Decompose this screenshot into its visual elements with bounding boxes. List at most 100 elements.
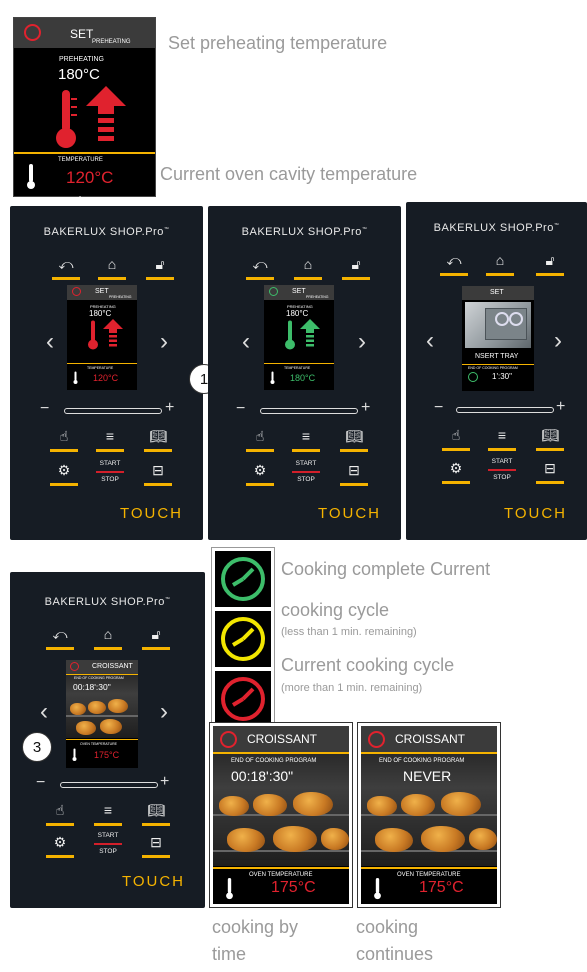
set-label: SET (490, 289, 504, 296)
screen-header: SET PREHEATING (264, 285, 334, 300)
manual-button[interactable]: ☝︎ (46, 802, 74, 826)
touch-logo: TOUCH (317, 505, 381, 522)
current-temperature: 180°C (290, 373, 316, 383)
left-arrow-button[interactable]: ‹ (46, 328, 54, 356)
clock-yellow-icon (221, 617, 265, 661)
plus-button[interactable]: + (160, 773, 169, 791)
manual-button[interactable]: ☝︎ (246, 428, 274, 452)
home-button[interactable]: ⌂ (94, 626, 122, 650)
home-button[interactable]: ⌂ (294, 256, 322, 280)
remaining-time: 00:18':30" (231, 768, 294, 784)
left-arrow-button[interactable]: ‹ (242, 328, 250, 356)
touch-logo: TOUCH (119, 505, 183, 522)
home-button[interactable]: ⌂ (98, 256, 126, 280)
menu-button[interactable]: ≡ (292, 428, 320, 452)
back-button[interactable]: ⤺ (52, 256, 80, 280)
screen-header: SET (462, 286, 534, 300)
divider-bar (67, 363, 137, 364)
back-button[interactable]: ⤺ (246, 256, 274, 280)
divider-bar (361, 867, 497, 869)
temperature-label: TEMPERATURE (284, 366, 311, 370)
unlock-button[interactable]: 🔓︎ (146, 256, 174, 280)
menu-button[interactable]: ≡ (94, 802, 122, 826)
annotation-cooking-complete: Cooking complete Current (281, 559, 491, 579)
manual-button[interactable]: ☝︎ (442, 427, 470, 451)
back-button[interactable]: ⤺ (440, 252, 468, 276)
thermometer-icon (285, 320, 295, 350)
clock-red-icon (221, 677, 265, 721)
menu-button[interactable]: ≡ (488, 427, 516, 451)
unlock-button[interactable]: 🔓︎ (142, 626, 170, 650)
minus-button[interactable]: − (236, 400, 245, 418)
start-stop-button[interactable]: START STOP (96, 460, 124, 490)
end-program-label: END OF COOKING PROGRAM (231, 758, 317, 764)
temperature-label: TEMPERATURE (87, 366, 114, 370)
manual-button[interactable]: ☝︎ (50, 428, 78, 452)
minus-button[interactable]: − (40, 400, 49, 418)
save-button[interactable]: ⊟ (536, 460, 564, 484)
back-button[interactable]: ⤺ (46, 626, 74, 650)
plus-button[interactable]: + (361, 399, 370, 417)
set-temperature: 180°C (89, 309, 112, 318)
save-button[interactable]: ⊟ (142, 834, 170, 858)
annotation-less-than: (less than 1 min. remaining) (281, 626, 417, 638)
start-stop-button[interactable]: START STOP (94, 832, 122, 862)
oven-temp-label: OVEN TEMPERATURE (397, 872, 461, 878)
right-arrow-button[interactable]: › (358, 328, 366, 356)
left-arrow-button[interactable]: ‹ (40, 698, 48, 726)
annotation-continues-1: cooking (356, 917, 419, 937)
right-arrow-button[interactable]: › (160, 698, 168, 726)
oven-temperature: 175°C (94, 750, 120, 760)
heating-up-arrow-icon (300, 319, 320, 347)
plus-button[interactable]: + (165, 399, 174, 417)
minus-button[interactable]: − (434, 399, 443, 417)
clock-red-box (215, 671, 271, 727)
croissant-title: CROISSANT (395, 732, 466, 746)
clock-red-icon (70, 662, 79, 671)
left-arrow-button[interactable]: ‹ (426, 327, 434, 355)
recipe-book-button[interactable]: 📖︎ (144, 428, 172, 452)
temperature-slider[interactable] (60, 782, 158, 788)
unlock-button[interactable]: 🔓︎ (536, 252, 564, 276)
recipe-book-button[interactable]: 📖︎ (340, 428, 368, 452)
start-stop-button[interactable]: START STOP (488, 458, 516, 488)
clock-green-icon (269, 287, 278, 296)
plus-button[interactable]: + (556, 398, 565, 416)
start-label: START (99, 460, 121, 467)
clock-green-icon (468, 372, 478, 382)
zoom-croissant-never-frame: CROISSANT END OF COOKING PROGRAM NEVER O… (357, 722, 501, 908)
stop-label: STOP (493, 474, 511, 481)
settings-button[interactable]: ⚙︎ (50, 462, 78, 486)
minus-button[interactable]: − (36, 774, 45, 792)
zoom-croissant-time-frame: CROISSANT END OF COOKING PROGRAM 00:18':… (209, 722, 353, 908)
home-button[interactable]: ⌂ (486, 252, 514, 276)
save-button[interactable]: ⊟ (340, 462, 368, 486)
right-arrow-button[interactable]: › (160, 328, 168, 356)
settings-button[interactable]: ⚙︎ (246, 462, 274, 486)
croissant-title: CROISSANT (92, 663, 133, 670)
panel-screen: SET PREHEATING PREHEATING 180°C TEMPERAT… (264, 285, 334, 390)
screen-header: SET PREHEATING (67, 285, 137, 300)
clock-red-icon (368, 731, 385, 748)
temperature-slider[interactable] (64, 408, 162, 414)
temperature-slider[interactable] (260, 408, 358, 414)
recipe-book-button[interactable]: 📖︎ (142, 802, 170, 826)
settings-button[interactable]: ⚙︎ (46, 834, 74, 858)
stop-label: STOP (99, 848, 117, 855)
small-thermometer-icon (374, 878, 381, 900)
insert-tray-label: NSERT TRAY (475, 353, 519, 360)
panel-screen: SET PREHEATING PREHEATING 180°C TEMPERAT… (67, 285, 137, 390)
unlock-button[interactable]: 🔓︎ (342, 256, 370, 280)
current-temperature: 120°C (93, 373, 119, 383)
oven-interior-image (465, 302, 531, 348)
settings-button[interactable]: ⚙︎ (442, 460, 470, 484)
recipe-book-button[interactable]: 📖︎ (536, 427, 564, 451)
divider-bar (66, 739, 138, 740)
start-stop-button[interactable]: START STOP (292, 460, 320, 490)
remaining-time: 1':30" (492, 372, 512, 381)
annotation-current-cycle: Current cooking cycle (281, 655, 455, 675)
temperature-slider[interactable] (456, 407, 554, 413)
menu-button[interactable]: ≡ (96, 428, 124, 452)
right-arrow-button[interactable]: › (554, 327, 562, 355)
save-button[interactable]: ⊟ (144, 462, 172, 486)
